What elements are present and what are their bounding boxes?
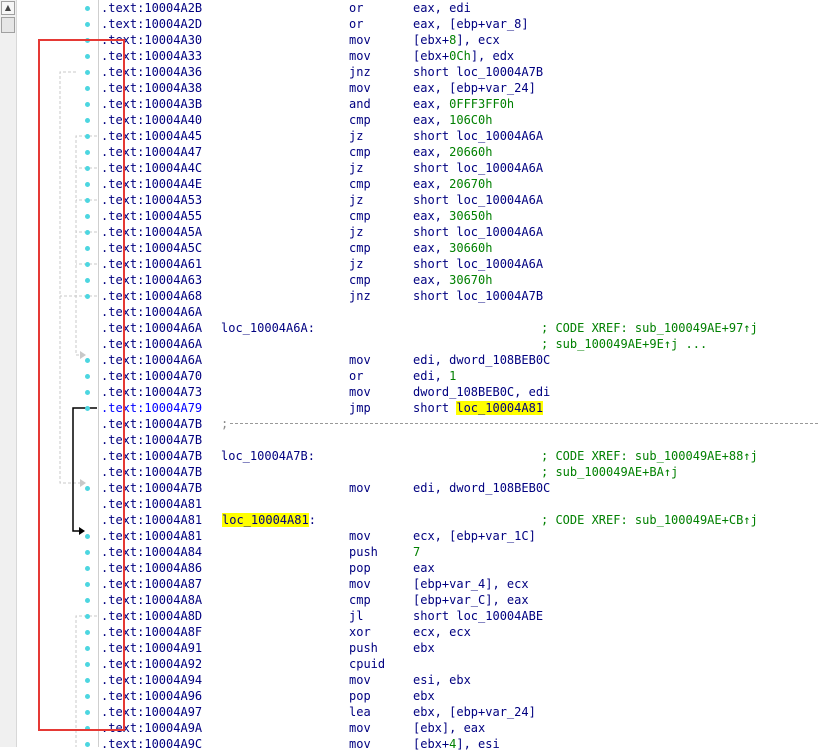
operands[interactable]: edi, dword_108BEB0C [413, 480, 550, 496]
operands[interactable]: short loc_10004A6A [413, 160, 543, 176]
mnemonic: cmp [349, 209, 371, 223]
mnemonic: mov [349, 721, 371, 735]
operands[interactable]: eax, 30650h [413, 208, 492, 224]
mnemonic: jz [349, 257, 364, 271]
operands[interactable]: short loc_10004A6A [413, 192, 543, 208]
operands[interactable]: short loc_10004ABE [413, 608, 543, 624]
mnemonic: mov [349, 529, 371, 543]
function-separator [230, 423, 818, 424]
mnemonic: lea [349, 705, 371, 719]
mnemonic: pop [349, 689, 371, 703]
mnemonic: cmp [349, 241, 371, 255]
operands[interactable]: eax, 30670h [413, 272, 492, 288]
flow-dot-icon [85, 22, 90, 27]
mnemonic: push [349, 641, 378, 655]
mnemonic: jz [349, 129, 364, 143]
mnemonic: mov [349, 33, 371, 47]
address[interactable]: .text:10004A2B [101, 0, 202, 16]
mnemonic: jz [349, 161, 364, 175]
xref-comment: ; CODE XREF: sub_100049AE+97↑j [541, 321, 758, 335]
separator-comment: ; [221, 417, 229, 431]
operands[interactable]: eax, edi [413, 0, 471, 16]
operands[interactable]: [ebx+8], ecx [413, 32, 500, 48]
xref-comment: ; CODE XREF: sub_100049AE+CB↑j [541, 513, 758, 527]
operands[interactable]: ecx, ecx [413, 624, 471, 640]
operands[interactable]: [ebx+0Ch], edx [413, 48, 514, 64]
operands[interactable]: short loc_10004A6A [413, 128, 543, 144]
address[interactable]: .text:10004A9C [101, 736, 202, 752]
flow-dot-icon [85, 6, 90, 11]
mnemonic: cmp [349, 113, 371, 127]
mnemonic: or [349, 369, 364, 383]
mnemonic: jl [349, 609, 364, 623]
listing-row[interactable]: .text:10004A9C mov [ebx+4], esi [0, 736, 822, 752]
operands[interactable]: eax, 30660h [413, 240, 492, 256]
mnemonic: or [349, 17, 364, 31]
operands[interactable]: ebx [413, 688, 435, 704]
operands[interactable]: [ebp+var_4], ecx [413, 576, 529, 592]
mnemonic: mov [349, 577, 371, 591]
operands[interactable]: eax, [ebp+var_24] [413, 80, 536, 96]
operands[interactable]: [ebx], eax [413, 720, 485, 736]
operands[interactable]: dword_108BEB0C, edi [413, 384, 550, 400]
operands[interactable]: short loc_10004A6A [413, 256, 543, 272]
mnemonic: cmp [349, 273, 371, 287]
operands[interactable]: [ebp+var_C], eax [413, 592, 529, 608]
operands[interactable]: ecx, [ebp+var_1C] [413, 528, 536, 544]
operands[interactable]: short loc_10004A7B [413, 288, 543, 304]
operands[interactable]: eax, 0FFF3FF0h [413, 96, 514, 112]
operands[interactable]: eax, 20660h [413, 144, 492, 160]
xref-comment: ; sub_100049AE+BA↑j [541, 465, 679, 479]
operands[interactable]: short loc_10004A81 [413, 400, 544, 416]
selection-highlight-box [38, 39, 125, 731]
operands[interactable]: edi, dword_108BEB0C [413, 352, 550, 368]
mnemonic: push [349, 545, 378, 559]
operands[interactable]: 7 [413, 544, 420, 560]
xref-comment: ; CODE XREF: sub_100049AE+88↑j [541, 449, 758, 463]
mnemonic: jz [349, 193, 364, 207]
mnemonic: mov [349, 481, 371, 495]
operands[interactable]: eax, 106C0h [413, 112, 492, 128]
mnemonic: mov [349, 81, 371, 95]
mnemonic: cmp [349, 177, 371, 191]
mnemonic: mov [349, 673, 371, 687]
mnemonic: xor [349, 625, 371, 639]
mnemonic: jnz [349, 289, 371, 303]
mnemonic: pop [349, 561, 371, 575]
mnemonic: cmp [349, 145, 371, 159]
flow-dot-icon [85, 742, 90, 747]
mnemonic: cpuid [349, 657, 386, 671]
code-label[interactable]: loc_10004A7B: [221, 448, 315, 464]
listing-row[interactable]: .text:10004A2D or eax, [ebp+var_8] [0, 16, 822, 32]
code-label[interactable]: loc_10004A81: [221, 512, 317, 528]
operands[interactable]: ebx [413, 640, 435, 656]
operands[interactable]: ebx, [ebp+var_24] [413, 704, 536, 720]
mnemonic: or [349, 1, 364, 15]
mnemonic: jz [349, 225, 364, 239]
mnemonic: jnz [349, 65, 371, 79]
mnemonic: mov [349, 353, 371, 367]
mnemonic: cmp [349, 593, 371, 607]
xref-comment: ; sub_100049AE+9E↑j ... [541, 337, 708, 351]
operands[interactable]: short loc_10004A7B [413, 64, 543, 80]
mnemonic: mov [349, 385, 371, 399]
operands[interactable]: edi, 1 [413, 368, 456, 384]
operands[interactable]: eax [413, 560, 435, 576]
operands[interactable]: esi, ebx [413, 672, 471, 688]
address[interactable]: .text:10004A2D [101, 16, 202, 32]
mnemonic: mov [349, 737, 371, 751]
operands[interactable]: eax, 20670h [413, 176, 492, 192]
code-label[interactable]: loc_10004A6A: [221, 320, 315, 336]
mnemonic: jmp [349, 401, 371, 415]
operands[interactable]: eax, [ebp+var_8] [413, 16, 529, 32]
listing-row[interactable]: .text:10004A2B or eax, edi [0, 0, 822, 16]
operands[interactable]: [ebx+4], esi [413, 736, 500, 752]
mnemonic: mov [349, 49, 371, 63]
mnemonic: and [349, 97, 371, 111]
operands[interactable]: short loc_10004A6A [413, 224, 543, 240]
